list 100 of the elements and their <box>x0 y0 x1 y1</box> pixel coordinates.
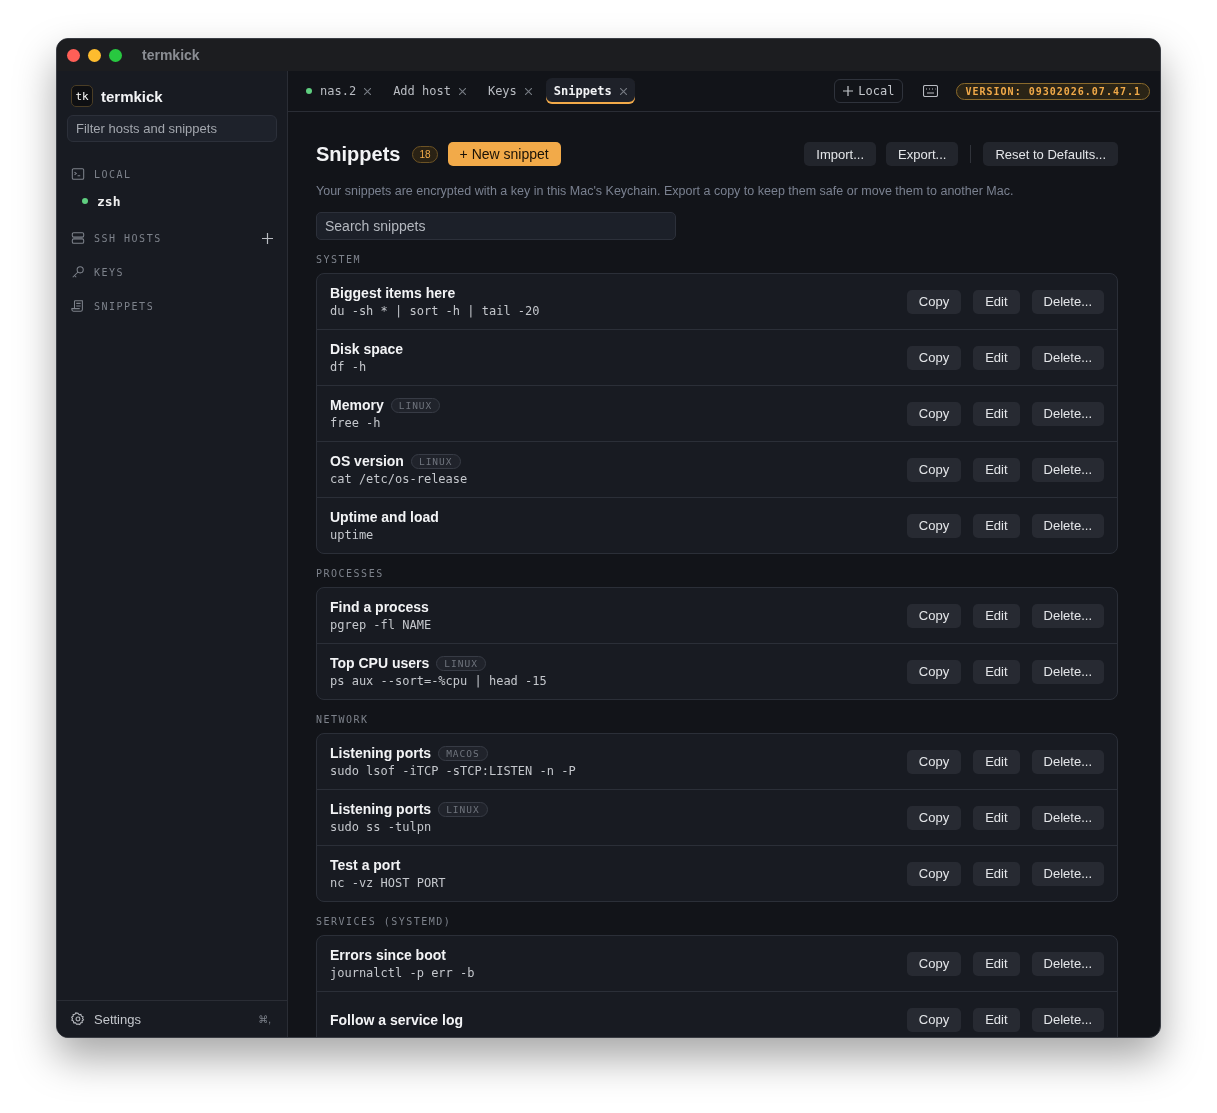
sidebar-section[interactable]: SSH HOSTS <box>57 222 287 254</box>
snippet-command: free -h <box>330 416 382 430</box>
row-button[interactable]: Copy <box>906 513 962 538</box>
row-button[interactable]: Copy <box>906 345 962 370</box>
row-button[interactable]: Delete... <box>1031 401 1104 426</box>
row-button[interactable]: Copy <box>906 861 962 886</box>
snippet-command: cat /etc/os-release <box>330 472 469 486</box>
tab[interactable]: Snippets <box>545 78 635 104</box>
row-button[interactable]: Delete... <box>1031 603 1104 628</box>
group-label: SERVICES (SYSTEMD) <box>316 916 453 927</box>
settings-icon <box>71 1012 85 1026</box>
row-button[interactable]: Delete... <box>1031 951 1104 976</box>
snippet-title: Listening ports <box>330 801 432 817</box>
app-name: termkick <box>101 87 163 105</box>
action-button[interactable]: Reset to Defaults... <box>983 142 1118 166</box>
row-button[interactable]: Copy <box>906 289 962 314</box>
row-button[interactable]: Edit <box>973 513 1020 538</box>
sidebar-section[interactable]: SNIPPETS <box>57 290 287 322</box>
platform-tag: MACOS <box>438 745 488 761</box>
row-button[interactable]: Edit <box>973 749 1020 774</box>
keyboard-icon[interactable] <box>923 85 939 97</box>
row-button[interactable]: Edit <box>973 861 1020 886</box>
window-title: termkick <box>142 47 200 63</box>
snippet-title: Listening ports <box>330 745 432 761</box>
snippet-title: Follow a service log <box>330 1011 464 1028</box>
sidebar-section[interactable]: LOCAL <box>57 158 287 190</box>
row-button[interactable]: Edit <box>973 401 1020 426</box>
row-button[interactable]: Edit <box>973 603 1020 628</box>
status-dot <box>306 88 312 94</box>
row-button[interactable]: Edit <box>973 1007 1020 1032</box>
new-snippet-button[interactable]: + New snippet <box>447 142 561 166</box>
platform-tag: LINUX <box>410 453 461 469</box>
row-button[interactable]: Delete... <box>1031 345 1104 370</box>
close-icon[interactable] <box>458 87 466 95</box>
section-label: LOCAL <box>94 168 133 180</box>
snippet-title: Top CPU users <box>330 655 430 671</box>
row-button[interactable]: Delete... <box>1031 289 1104 314</box>
action-button[interactable]: Import... <box>804 142 876 166</box>
snippet-command: ps aux --sort=-%cpu | head -15 <box>330 674 548 688</box>
tab[interactable]: Add host <box>385 78 474 104</box>
row-button[interactable]: Delete... <box>1031 805 1104 830</box>
snippet-command: sudo ss -tulpn <box>330 820 433 834</box>
row-button[interactable]: Copy <box>906 951 962 976</box>
close-icon[interactable] <box>524 87 532 95</box>
row-button[interactable]: Delete... <box>1031 457 1104 482</box>
snippet-command: df -h <box>330 360 368 374</box>
server-icon <box>71 231 85 245</box>
snippet-command: sudo lsof -iTCP -sTCP:LISTEN -n -P <box>330 764 577 778</box>
section-label: SSH HOSTS <box>94 232 163 244</box>
row-button[interactable]: Delete... <box>1031 1007 1104 1032</box>
snippet-command: journalctl -p err -b <box>330 966 476 980</box>
settings-item[interactable]: Settings ⌘, <box>57 1000 287 1037</box>
row-button[interactable]: Delete... <box>1031 749 1104 774</box>
section-label: SNIPPETS <box>94 300 156 312</box>
row-button[interactable]: Delete... <box>1031 861 1104 886</box>
plus-icon <box>843 86 854 96</box>
snippet-title: Test a port <box>330 857 401 873</box>
add-icon[interactable] <box>262 232 273 244</box>
row-button[interactable]: Edit <box>973 457 1020 482</box>
row-button[interactable]: Copy <box>906 401 962 426</box>
action-button[interactable]: Export... <box>886 142 959 166</box>
row-button[interactable]: Copy <box>906 805 962 830</box>
snippet-command: nc -vz HOST PORT <box>330 876 447 890</box>
group-label: NETWORK <box>316 714 370 725</box>
snippet-title: Find a process <box>330 599 429 615</box>
row-button[interactable]: Delete... <box>1031 659 1104 684</box>
row-button[interactable]: Edit <box>973 951 1020 976</box>
row-button[interactable]: Edit <box>973 289 1020 314</box>
close-icon[interactable] <box>364 87 372 95</box>
tab[interactable]: Keys <box>479 78 540 104</box>
count-badge: 18 <box>412 145 438 163</box>
snippet-title: Memory <box>330 397 384 413</box>
row-button[interactable]: Copy <box>906 457 962 482</box>
sidebar-section[interactable]: KEYS <box>57 256 287 288</box>
tab[interactable]: nas.2 <box>298 78 380 104</box>
close-icon[interactable] <box>619 87 627 95</box>
scroll-icon <box>71 299 85 313</box>
snippet-command: uptime <box>330 528 375 542</box>
app-logo: tk <box>71 85 93 107</box>
filter-field[interactable]: Filter hosts and snippets <box>67 115 277 142</box>
terminal-icon <box>71 167 85 181</box>
minimize-window-button[interactable] <box>88 48 101 62</box>
row-button[interactable]: Edit <box>973 659 1020 684</box>
section-label: KEYS <box>94 266 126 278</box>
snippet-title: OS version <box>330 453 404 469</box>
row-button[interactable]: Copy <box>906 603 962 628</box>
row-button[interactable]: Copy <box>906 749 962 774</box>
row-button[interactable]: Copy <box>906 659 962 684</box>
zoom-window-button[interactable] <box>109 48 122 62</box>
new-local-button[interactable]: Local <box>834 79 904 103</box>
row-button[interactable]: Delete... <box>1031 513 1104 538</box>
close-window-button[interactable] <box>67 48 80 62</box>
row-button[interactable]: Edit <box>973 345 1020 370</box>
row-button[interactable]: Edit <box>973 805 1020 830</box>
sidebar-item[interactable]: zsh <box>57 190 287 212</box>
description-text: Your snippets are encrypted with a key in this Mac's Keychain. Export a copy to keep them safe or move them to another Mac. <box>316 184 1015 198</box>
group-label: PROCESSES <box>316 568 385 579</box>
snippet-command: du -sh * | sort -h | tail -20 <box>330 304 541 318</box>
search-field[interactable]: Search snippets <box>316 212 676 240</box>
row-button[interactable]: Copy <box>906 1007 962 1032</box>
